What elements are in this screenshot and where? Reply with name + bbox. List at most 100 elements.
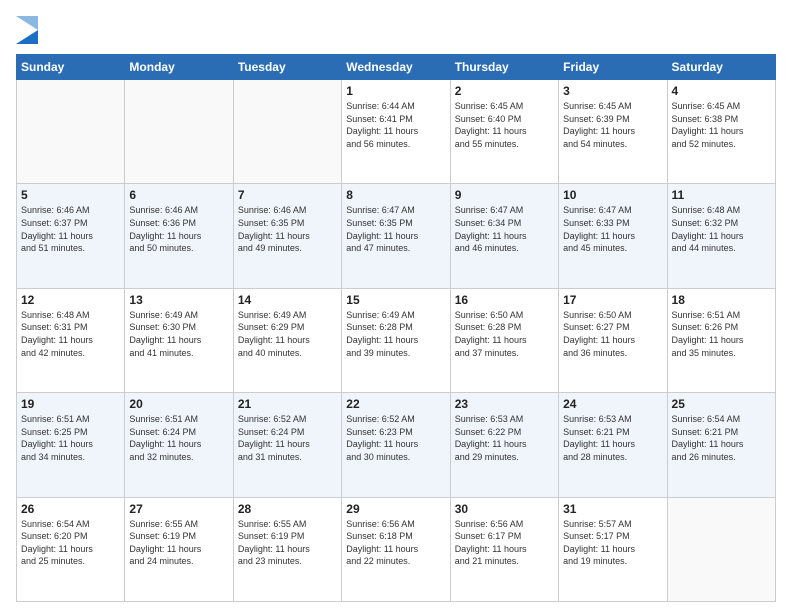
calendar-day-cell: 22 Sunrise: 6:52 AM Sunset: 6:23 PM Dayli… bbox=[342, 393, 450, 497]
day-info: Sunrise: 5:57 AM Sunset: 5:17 PM Dayligh… bbox=[563, 518, 662, 568]
calendar-week-row: 1Sunrise: 6:44 AM Sunset: 6:41 PM Daylig… bbox=[17, 80, 776, 184]
day-info: Sunrise: 6:49 AM Sunset: 6:28 PM Dayligh… bbox=[346, 309, 445, 359]
day-number: 19 bbox=[21, 397, 120, 411]
day-number: 9 bbox=[455, 188, 554, 202]
day-number: 21 bbox=[238, 397, 337, 411]
day-number: 31 bbox=[563, 502, 662, 516]
calendar-day-cell: 14 Sunrise: 6:49 AM Sunset: 6:29 PM Dayli… bbox=[233, 288, 341, 392]
day-info: Sunrise: 6:45 AM Sunset: 6:40 PM Dayligh… bbox=[455, 100, 554, 150]
day-info: Sunrise: 6:44 AM Sunset: 6:41 PM Dayligh… bbox=[346, 100, 445, 150]
page: SundayMondayTuesdayWednesdayThursdayFrid… bbox=[0, 0, 792, 612]
day-info: Sunrise: 6:47 AM Sunset: 6:34 PM Dayligh… bbox=[455, 204, 554, 254]
calendar-day-cell: 25Sunrise: 6:54 AM Sunset: 6:21 PM Dayli… bbox=[667, 393, 775, 497]
calendar-day-cell: 26 Sunrise: 6:54 AM Sunset: 6:20 PM Dayli… bbox=[17, 497, 125, 601]
day-info: Sunrise: 6:51 AM Sunset: 6:26 PM Dayligh… bbox=[672, 309, 771, 359]
day-number: 14 bbox=[238, 293, 337, 307]
calendar-day-cell: 4 Sunrise: 6:45 AM Sunset: 6:38 PM Daylig… bbox=[667, 80, 775, 184]
day-number: 28 bbox=[238, 502, 337, 516]
calendar-day-header: Saturday bbox=[667, 55, 775, 80]
calendar-week-row: 5 Sunrise: 6:46 AM Sunset: 6:37 PM Daylig… bbox=[17, 184, 776, 288]
day-info: Sunrise: 6:46 AM Sunset: 6:35 PM Dayligh… bbox=[238, 204, 337, 254]
calendar-day-cell: 28 Sunrise: 6:55 AM Sunset: 6:19 PM Dayli… bbox=[233, 497, 341, 601]
day-number: 17 bbox=[563, 293, 662, 307]
calendar-day-cell: 23Sunrise: 6:53 AM Sunset: 6:22 PM Dayli… bbox=[450, 393, 558, 497]
day-number: 29 bbox=[346, 502, 445, 516]
calendar-day-cell bbox=[667, 497, 775, 601]
calendar-day-cell: 11Sunrise: 6:48 AM Sunset: 6:32 PM Dayli… bbox=[667, 184, 775, 288]
calendar-day-cell: 2Sunrise: 6:45 AM Sunset: 6:40 PM Daylig… bbox=[450, 80, 558, 184]
day-number: 30 bbox=[455, 502, 554, 516]
day-info: Sunrise: 6:51 AM Sunset: 6:24 PM Dayligh… bbox=[129, 413, 228, 463]
calendar-table: SundayMondayTuesdayWednesdayThursdayFrid… bbox=[16, 54, 776, 602]
day-info: Sunrise: 6:47 AM Sunset: 6:33 PM Dayligh… bbox=[563, 204, 662, 254]
day-number: 26 bbox=[21, 502, 120, 516]
day-info: Sunrise: 6:50 AM Sunset: 6:28 PM Dayligh… bbox=[455, 309, 554, 359]
day-info: Sunrise: 6:49 AM Sunset: 6:30 PM Dayligh… bbox=[129, 309, 228, 359]
calendar-day-cell: 18 Sunrise: 6:51 AM Sunset: 6:26 PM Dayli… bbox=[667, 288, 775, 392]
calendar-day-cell: 7 Sunrise: 6:46 AM Sunset: 6:35 PM Daylig… bbox=[233, 184, 341, 288]
calendar-day-cell: 10Sunrise: 6:47 AM Sunset: 6:33 PM Dayli… bbox=[559, 184, 667, 288]
calendar-day-cell: 16 Sunrise: 6:50 AM Sunset: 6:28 PM Dayli… bbox=[450, 288, 558, 392]
day-info: Sunrise: 6:46 AM Sunset: 6:37 PM Dayligh… bbox=[21, 204, 120, 254]
day-number: 4 bbox=[672, 84, 771, 98]
logo-icon bbox=[16, 16, 38, 44]
day-info: Sunrise: 6:56 AM Sunset: 6:18 PM Dayligh… bbox=[346, 518, 445, 568]
calendar-day-header: Tuesday bbox=[233, 55, 341, 80]
calendar-day-cell: 30 Sunrise: 6:56 AM Sunset: 6:17 PM Dayli… bbox=[450, 497, 558, 601]
day-info: Sunrise: 6:48 AM Sunset: 6:31 PM Dayligh… bbox=[21, 309, 120, 359]
calendar-week-row: 19 Sunrise: 6:51 AM Sunset: 6:25 PM Dayli… bbox=[17, 393, 776, 497]
day-info: Sunrise: 6:55 AM Sunset: 6:19 PM Dayligh… bbox=[238, 518, 337, 568]
calendar-day-cell: 19 Sunrise: 6:51 AM Sunset: 6:25 PM Dayli… bbox=[17, 393, 125, 497]
day-number: 6 bbox=[129, 188, 228, 202]
day-number: 22 bbox=[346, 397, 445, 411]
day-info: Sunrise: 6:51 AM Sunset: 6:25 PM Dayligh… bbox=[21, 413, 120, 463]
calendar-week-row: 26 Sunrise: 6:54 AM Sunset: 6:20 PM Dayli… bbox=[17, 497, 776, 601]
header bbox=[16, 16, 776, 44]
calendar-header-row: SundayMondayTuesdayWednesdayThursdayFrid… bbox=[17, 55, 776, 80]
day-info: Sunrise: 6:56 AM Sunset: 6:17 PM Dayligh… bbox=[455, 518, 554, 568]
day-info: Sunrise: 6:53 AM Sunset: 6:21 PM Dayligh… bbox=[563, 413, 662, 463]
calendar-day-cell: 29 Sunrise: 6:56 AM Sunset: 6:18 PM Dayli… bbox=[342, 497, 450, 601]
day-number: 13 bbox=[129, 293, 228, 307]
day-number: 3 bbox=[563, 84, 662, 98]
calendar-day-cell: 21 Sunrise: 6:52 AM Sunset: 6:24 PM Dayli… bbox=[233, 393, 341, 497]
day-number: 16 bbox=[455, 293, 554, 307]
calendar-day-cell: 5 Sunrise: 6:46 AM Sunset: 6:37 PM Daylig… bbox=[17, 184, 125, 288]
day-info: Sunrise: 6:47 AM Sunset: 6:35 PM Dayligh… bbox=[346, 204, 445, 254]
calendar-day-header: Wednesday bbox=[342, 55, 450, 80]
day-number: 11 bbox=[672, 188, 771, 202]
day-number: 5 bbox=[21, 188, 120, 202]
day-info: Sunrise: 6:54 AM Sunset: 6:21 PM Dayligh… bbox=[672, 413, 771, 463]
calendar-day-cell bbox=[17, 80, 125, 184]
calendar-day-cell: 24Sunrise: 6:53 AM Sunset: 6:21 PM Dayli… bbox=[559, 393, 667, 497]
day-info: Sunrise: 6:45 AM Sunset: 6:38 PM Dayligh… bbox=[672, 100, 771, 150]
day-number: 12 bbox=[21, 293, 120, 307]
day-info: Sunrise: 6:53 AM Sunset: 6:22 PM Dayligh… bbox=[455, 413, 554, 463]
day-number: 18 bbox=[672, 293, 771, 307]
calendar-day-cell bbox=[125, 80, 233, 184]
calendar-day-header: Sunday bbox=[17, 55, 125, 80]
calendar-day-cell: 31 Sunrise: 5:57 AM Sunset: 5:17 PM Dayli… bbox=[559, 497, 667, 601]
day-info: Sunrise: 6:54 AM Sunset: 6:20 PM Dayligh… bbox=[21, 518, 120, 568]
calendar-day-cell: 9 Sunrise: 6:47 AM Sunset: 6:34 PM Daylig… bbox=[450, 184, 558, 288]
calendar-day-cell: 12 Sunrise: 6:48 AM Sunset: 6:31 PM Dayli… bbox=[17, 288, 125, 392]
day-number: 8 bbox=[346, 188, 445, 202]
calendar-day-cell: 17 Sunrise: 6:50 AM Sunset: 6:27 PM Dayli… bbox=[559, 288, 667, 392]
day-info: Sunrise: 6:46 AM Sunset: 6:36 PM Dayligh… bbox=[129, 204, 228, 254]
calendar-day-header: Monday bbox=[125, 55, 233, 80]
day-info: Sunrise: 6:50 AM Sunset: 6:27 PM Dayligh… bbox=[563, 309, 662, 359]
day-number: 7 bbox=[238, 188, 337, 202]
calendar-day-cell: 6 Sunrise: 6:46 AM Sunset: 6:36 PM Daylig… bbox=[125, 184, 233, 288]
day-info: Sunrise: 6:55 AM Sunset: 6:19 PM Dayligh… bbox=[129, 518, 228, 568]
logo bbox=[16, 16, 42, 44]
calendar-day-cell: 27 Sunrise: 6:55 AM Sunset: 6:19 PM Dayli… bbox=[125, 497, 233, 601]
day-info: Sunrise: 6:45 AM Sunset: 6:39 PM Dayligh… bbox=[563, 100, 662, 150]
day-info: Sunrise: 6:52 AM Sunset: 6:23 PM Dayligh… bbox=[346, 413, 445, 463]
day-info: Sunrise: 6:52 AM Sunset: 6:24 PM Dayligh… bbox=[238, 413, 337, 463]
day-number: 15 bbox=[346, 293, 445, 307]
calendar-day-cell bbox=[233, 80, 341, 184]
calendar-week-row: 12 Sunrise: 6:48 AM Sunset: 6:31 PM Dayli… bbox=[17, 288, 776, 392]
day-info: Sunrise: 6:49 AM Sunset: 6:29 PM Dayligh… bbox=[238, 309, 337, 359]
calendar-day-cell: 8 Sunrise: 6:47 AM Sunset: 6:35 PM Daylig… bbox=[342, 184, 450, 288]
day-number: 27 bbox=[129, 502, 228, 516]
